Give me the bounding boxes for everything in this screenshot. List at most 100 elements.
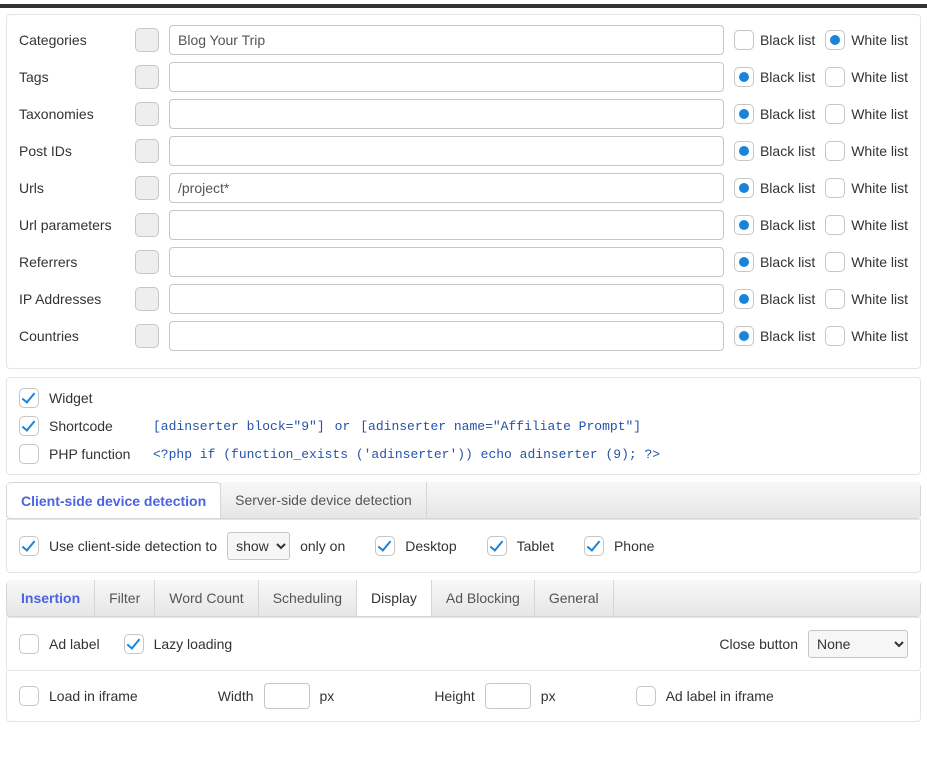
close-button-select[interactable]: None [808, 630, 908, 658]
filter-toggle-taxonomies[interactable] [135, 102, 159, 126]
tab-filter[interactable]: Filter [95, 580, 155, 616]
filter-whitelist-urls[interactable]: White list [825, 178, 908, 198]
filter-toggle-post-ids[interactable] [135, 139, 159, 163]
filter-row-urls: Urls Black list White list [19, 173, 908, 203]
tablet-checkbox[interactable] [487, 536, 507, 556]
filter-toggle-categories[interactable] [135, 28, 159, 52]
filter-input-countries[interactable] [169, 321, 724, 351]
width-unit: px [320, 688, 335, 704]
lazy-loading-checkbox[interactable] [124, 634, 144, 654]
filter-input-taxonomies[interactable] [169, 99, 724, 129]
widget-option-row: Widget [19, 388, 908, 408]
tab-ad-blocking[interactable]: Ad Blocking [432, 580, 535, 616]
filter-toggle-url-parameters[interactable] [135, 213, 159, 237]
filter-whitelist-taxonomies[interactable]: White list [825, 104, 908, 124]
filter-blacklist-tags[interactable]: Black list [734, 67, 815, 87]
filter-whitelist-tags[interactable]: White list [825, 67, 908, 87]
filter-row-taxonomies: TaxonomiesBlack listWhite list [19, 99, 908, 129]
height-input[interactable] [485, 683, 531, 709]
filter-blacklist-categories[interactable]: Black list [734, 30, 815, 50]
filter-input-ip-addresses[interactable] [169, 284, 724, 314]
filter-label-countries: Countries [19, 328, 125, 344]
load-in-iframe-checkbox[interactable] [19, 686, 39, 706]
filter-toggle-countries[interactable] [135, 324, 159, 348]
tab-general[interactable]: General [535, 580, 614, 616]
php-option-row: PHP function <?php if (function_exists (… [19, 444, 908, 464]
tab-insertion[interactable]: Insertion [7, 580, 95, 616]
phone-label: Phone [614, 538, 654, 554]
width-input[interactable] [264, 683, 310, 709]
ad-label-in-iframe-label: Ad label in iframe [666, 688, 774, 704]
filter-whitelist-post-ids[interactable]: White list [825, 141, 908, 161]
height-unit: px [541, 688, 556, 704]
filter-blacklist-url-parameters[interactable]: Black list [734, 215, 815, 235]
iframe-row-content: Load in iframe Width px Height px Ad lab… [6, 671, 921, 722]
filter-input-tags[interactable] [169, 62, 724, 92]
client-detection-row: Use client-side detection to show only o… [19, 532, 908, 560]
tab-client-side-detection[interactable]: Client-side device detection [7, 482, 221, 518]
tab-filler [614, 580, 920, 616]
ad-label-checkbox[interactable] [19, 634, 39, 654]
filter-label-urls: Urls [19, 180, 125, 196]
device-detection-tabs: Client-side device detection Server-side… [6, 483, 921, 519]
load-in-iframe-label: Load in iframe [49, 688, 138, 704]
height-label: Height [434, 688, 474, 704]
widget-checkbox[interactable] [19, 388, 39, 408]
filter-row-referrers: Referrers Black list White list [19, 247, 908, 277]
filter-blacklist-referrers[interactable]: Black list [734, 252, 815, 272]
width-label: Width [218, 688, 254, 704]
filter-whitelist-url-parameters[interactable]: White list [825, 215, 908, 235]
main-tabs: InsertionFilterWord CountSchedulingDispl… [6, 581, 921, 617]
filter-input-categories[interactable] [169, 25, 724, 55]
filter-toggle-ip-addresses[interactable] [135, 287, 159, 311]
filter-input-urls[interactable] [169, 173, 724, 203]
ad-label-in-iframe-checkbox[interactable] [636, 686, 656, 706]
tablet-label: Tablet [517, 538, 554, 554]
php-checkbox[interactable] [19, 444, 39, 464]
filter-label-url-parameters: Url parameters [19, 217, 125, 233]
filter-input-url-parameters[interactable] [169, 210, 724, 240]
lazy-loading-label: Lazy loading [154, 636, 233, 652]
filter-blacklist-urls[interactable]: Black list [734, 178, 815, 198]
shortcode-checkbox[interactable] [19, 416, 39, 436]
filter-row-tags: Tags Black list White list [19, 62, 908, 92]
filter-list-panel: Categories Black list White list Tags Black … [6, 14, 921, 369]
close-button-label: Close button [719, 636, 798, 652]
shortcode-code-2: [adinserter name="Affiliate Prompt"] [360, 419, 641, 434]
display-tab-content: Ad label Lazy loading Close button None [6, 617, 921, 671]
filter-row-ip-addresses: IP AddressesBlack listWhite list [19, 284, 908, 314]
filter-blacklist-post-ids[interactable]: Black list [734, 141, 815, 161]
show-hide-select[interactable]: show [227, 532, 290, 560]
tab-filler [427, 482, 920, 518]
filter-input-referrers[interactable] [169, 247, 724, 277]
filter-label-referrers: Referrers [19, 254, 125, 270]
filter-whitelist-categories[interactable]: White list [825, 30, 908, 50]
use-client-detection-checkbox[interactable] [19, 536, 39, 556]
tab-server-side-detection[interactable]: Server-side device detection [221, 482, 427, 518]
filter-label-post-ids: Post IDs [19, 143, 125, 159]
filter-toggle-tags[interactable] [135, 65, 159, 89]
filter-blacklist-countries[interactable]: Black list [734, 326, 815, 346]
desktop-checkbox[interactable] [375, 536, 395, 556]
shortcode-or: or [335, 419, 351, 434]
phone-checkbox[interactable] [584, 536, 604, 556]
filter-whitelist-countries[interactable]: White list [825, 326, 908, 346]
shortcode-code-1: [adinserter block="9"] [153, 419, 325, 434]
tab-display[interactable]: Display [357, 580, 432, 616]
filter-toggle-urls[interactable] [135, 176, 159, 200]
filter-blacklist-taxonomies[interactable]: Black list [734, 104, 815, 124]
filter-whitelist-referrers[interactable]: White list [825, 252, 908, 272]
filter-label-categories: Categories [19, 32, 125, 48]
filter-blacklist-ip-addresses[interactable]: Black list [734, 289, 815, 309]
shortcode-label: Shortcode [49, 418, 143, 434]
tab-word-count[interactable]: Word Count [155, 580, 258, 616]
php-label: PHP function [49, 446, 143, 462]
filter-row-post-ids: Post IDs Black list White list [19, 136, 908, 166]
filter-label-tags: Tags [19, 69, 125, 85]
tab-scheduling[interactable]: Scheduling [259, 580, 357, 616]
filter-toggle-referrers[interactable] [135, 250, 159, 274]
filter-input-post-ids[interactable] [169, 136, 724, 166]
device-detection-content: Use client-side detection to show only o… [6, 519, 921, 573]
filter-whitelist-ip-addresses[interactable]: White list [825, 289, 908, 309]
filter-row-url-parameters: Url parameters Black list White list [19, 210, 908, 240]
